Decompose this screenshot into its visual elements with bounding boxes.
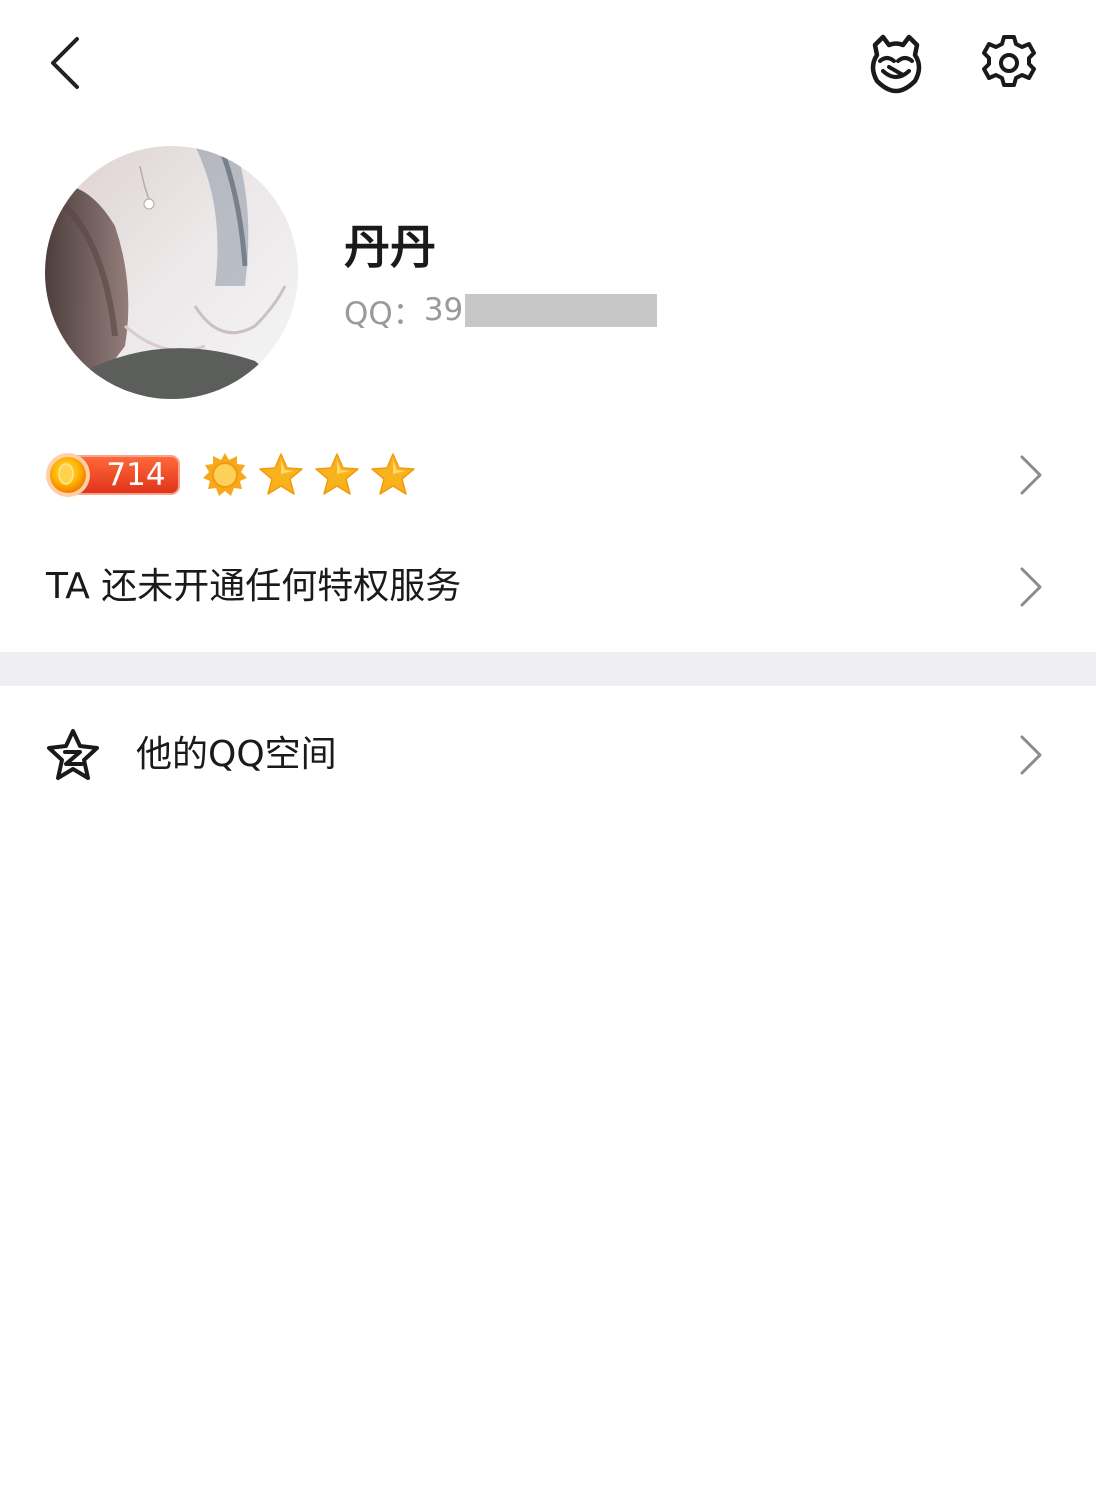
- back-button[interactable]: [30, 28, 100, 98]
- section-divider: [0, 652, 1096, 686]
- qq-number: QQ： 39: [344, 286, 658, 334]
- star-icon: [259, 453, 303, 495]
- pet-icon: [870, 34, 922, 94]
- qq-label: QQ：: [344, 295, 424, 332]
- chevron-left-icon: [51, 37, 79, 89]
- nickname: 丹丹: [344, 220, 436, 274]
- star-icon: [371, 453, 415, 495]
- chevron-right-icon: [1020, 455, 1042, 495]
- qzone-row[interactable]: 他的QQ空间: [0, 700, 1096, 810]
- top-bar: [0, 0, 1096, 125]
- chevron-right-icon: [1020, 735, 1042, 775]
- privilege-text: TA 还未开通任何特权服务: [46, 566, 462, 607]
- level-row[interactable]: 714: [0, 430, 1096, 520]
- settings-button[interactable]: [972, 26, 1046, 100]
- star-icon: [315, 453, 359, 495]
- qzone-label: 他的QQ空间: [136, 734, 337, 775]
- qq-number-visible: 39: [423, 292, 464, 328]
- avatar[interactable]: [45, 146, 298, 399]
- qq-number-redaction: [465, 293, 658, 327]
- level-badge-value: 714: [106, 457, 166, 493]
- privilege-row[interactable]: TA 还未开通任何特权服务: [0, 540, 1096, 634]
- gear-icon: [982, 35, 1036, 87]
- chevron-right-icon: [1020, 567, 1042, 607]
- sun-icon: [203, 453, 247, 496]
- qzone-star-icon: [47, 729, 99, 780]
- pet-button[interactable]: [858, 26, 934, 102]
